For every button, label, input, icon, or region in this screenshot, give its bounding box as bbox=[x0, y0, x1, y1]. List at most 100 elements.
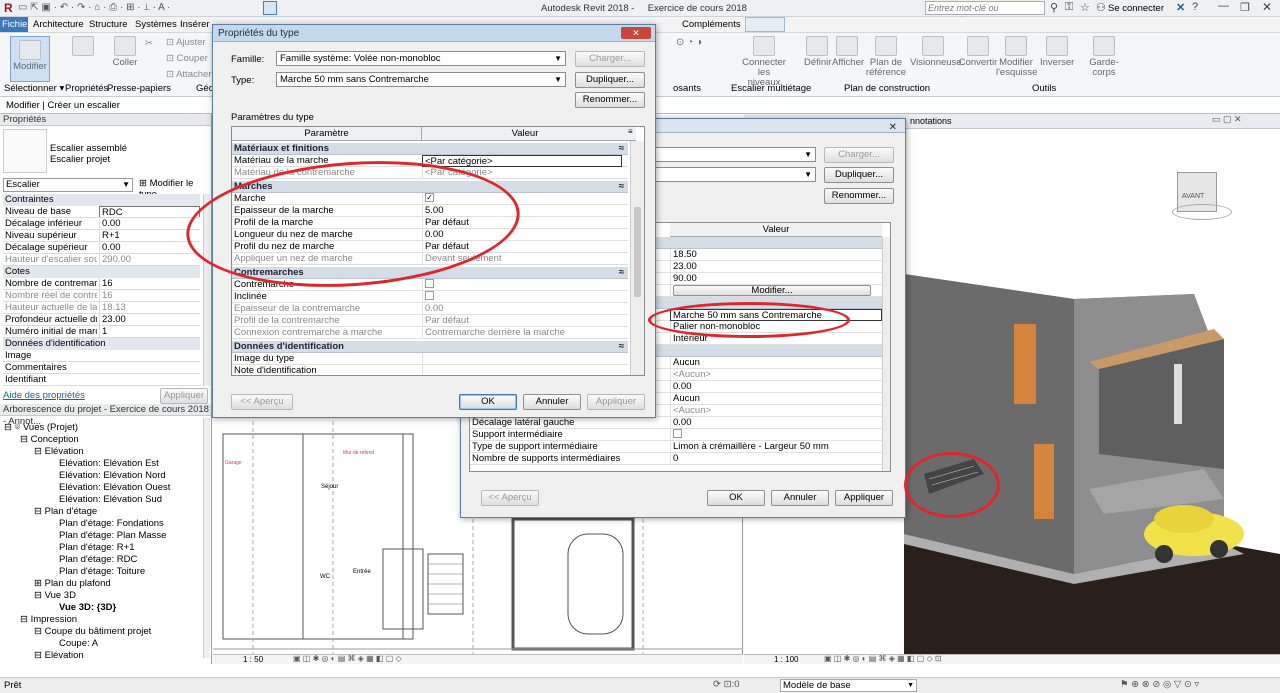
rename-button[interactable]: Renommer... bbox=[575, 92, 645, 108]
search-input[interactable]: Entrez mot-clé ou expression bbox=[925, 1, 1045, 25]
display-button[interactable]: Afficher bbox=[832, 36, 864, 68]
prop-row[interactable]: Décalage supérieur 0.00 bbox=[3, 242, 200, 254]
tree-item[interactable]: Coupe: A bbox=[59, 638, 98, 650]
quick-access-toolbar[interactable]: ▭ ⇱ ▣ · ↶ · ↷ · ⌂ · ⎙ · ⊞ · ⟂ · A · bbox=[18, 2, 170, 13]
define-button[interactable]: Définir bbox=[804, 36, 831, 68]
grid-scrollbar[interactable] bbox=[882, 237, 890, 471]
slanted-checkbox[interactable] bbox=[425, 291, 434, 300]
tree-item[interactable]: ⊟ Elévation bbox=[34, 650, 84, 662]
tree-item[interactable]: Elévation: Elévation Nord bbox=[59, 470, 166, 482]
tree-item[interactable]: ⊟ Elévation bbox=[34, 446, 84, 458]
prop-row[interactable]: Profondeur actuelle du ...23.00 bbox=[3, 314, 200, 326]
load-button[interactable]: Charger... bbox=[575, 51, 645, 67]
tab-addins[interactable]: Compléments bbox=[682, 19, 741, 30]
reference-plane-button[interactable]: Plan de référence bbox=[864, 36, 908, 78]
tree-item[interactable]: Plan d'étage: R+1 bbox=[59, 542, 135, 554]
prop-row[interactable]: Nombre de contremarc...16 bbox=[3, 278, 200, 290]
signin-link[interactable]: Se connecter bbox=[1108, 3, 1164, 14]
tree-item[interactable]: ⊟ Vue 3D bbox=[34, 590, 76, 602]
cut-label-tool[interactable]: ✂ bbox=[145, 38, 153, 49]
ok-button[interactable]: OK bbox=[707, 490, 765, 506]
selection-filter-icons[interactable]: ⚑ ⊕ ⊗ ⊘ ◎ ▽ ⊙ ▿ bbox=[1120, 679, 1199, 690]
tree-item[interactable]: ⊞ Plan du plafond bbox=[34, 578, 111, 590]
ok-button[interactable]: OK bbox=[459, 394, 517, 410]
grid-row[interactable]: Support intermédiaire bbox=[470, 429, 882, 441]
paste-button[interactable]: Coller bbox=[112, 36, 138, 68]
connect-levels-button[interactable]: Connecter les niveaux bbox=[742, 36, 786, 88]
duplicate-button[interactable]: Dupliquer... bbox=[575, 72, 645, 88]
user-icon[interactable]: ⚇ bbox=[1096, 1, 1106, 14]
prop-row[interactable]: Niveau de base RDC bbox=[3, 206, 200, 218]
view-control-icons[interactable]: ▣ ◫ ✱ ◎ ◐ ▤ ⌘ ◈ ▦ ◧ ▢ ◇ ⊡ bbox=[824, 654, 942, 663]
close-icon[interactable]: ✕ bbox=[621, 27, 651, 39]
search-icon[interactable]: ⚲ bbox=[1050, 1, 1058, 14]
tree-item[interactable]: Elévation: Elévation Est bbox=[59, 458, 159, 470]
exchange-apps-icon[interactable]: ✕ bbox=[1176, 1, 1185, 14]
attach-button[interactable]: ⊡ Attacher bbox=[166, 69, 211, 80]
plan-scale[interactable]: 1 : 50 bbox=[243, 655, 263, 664]
star-icon[interactable]: ☆ bbox=[1080, 1, 1090, 14]
revit-logo-icon[interactable]: R bbox=[4, 1, 13, 15]
family-dropdown[interactable]: Famille système: Volée non-monobloc ▼ bbox=[276, 51, 566, 66]
grid-row[interactable]: Nombre de supports intermédiaires 0 bbox=[470, 453, 882, 465]
tree-item[interactable]: Plan d'étage: Fondations bbox=[59, 518, 164, 530]
invert-button[interactable]: Inverser bbox=[1040, 36, 1074, 68]
component-tools-icons[interactable]: ⊙ ◔ ◑ bbox=[676, 37, 702, 48]
grid-row[interactable]: Inclinée bbox=[232, 291, 628, 303]
prop-row[interactable]: Décalage inférieur 0.00 bbox=[3, 218, 200, 230]
cancel-button[interactable]: Annuler bbox=[771, 490, 829, 506]
help-icon[interactable]: ? bbox=[1192, 1, 1198, 13]
prop-row[interactable]: Identifiant bbox=[3, 374, 200, 386]
grid-section-identity[interactable]: Données d'identification ≈ bbox=[232, 341, 628, 353]
grid-row[interactable]: Décalage latéral gauche 0.00 bbox=[470, 417, 882, 429]
section-dimensions[interactable]: Cotes bbox=[3, 266, 200, 278]
apply-button[interactable]: Appliquer bbox=[587, 394, 645, 410]
grid-row[interactable]: Type de support intermédiaire Limon à cré… bbox=[470, 441, 882, 453]
checkbox[interactable] bbox=[673, 429, 682, 438]
browser-scrollbar[interactable] bbox=[203, 418, 210, 658]
viewer-button[interactable]: Visionneuse bbox=[910, 36, 962, 68]
close-icon[interactable]: ✕ bbox=[889, 119, 897, 136]
properties-button[interactable] bbox=[68, 36, 98, 58]
preview-button[interactable]: << Aperçu bbox=[481, 490, 539, 506]
viewcube-compass[interactable] bbox=[1172, 204, 1232, 220]
tree-item[interactable]: ⊟ Plan d'étage bbox=[34, 506, 97, 518]
tree-item[interactable]: Elévation: Elévation Sud bbox=[59, 494, 162, 506]
tree-item[interactable]: Plan d'étage: Plan Masse bbox=[59, 530, 166, 542]
load-button[interactable]: Charger... bbox=[824, 147, 894, 163]
cancel-button[interactable]: Annuler bbox=[523, 394, 581, 410]
railing-button[interactable]: Garde-corps bbox=[1080, 36, 1128, 78]
tab-contextual[interactable] bbox=[745, 17, 785, 32]
properties-help-link[interactable]: Aide des propriétés bbox=[3, 390, 85, 401]
tree-item[interactable]: Plan d'étage: Toiture bbox=[59, 566, 145, 578]
subscription-icon[interactable]: ⚿ bbox=[1065, 1, 1073, 14]
apply-button[interactable]: Appliquer bbox=[835, 490, 893, 506]
tree-item[interactable]: ⊟ Coupe du bâtiment projet bbox=[34, 626, 151, 638]
riser-checkbox[interactable] bbox=[425, 279, 434, 288]
modify-button[interactable]: Modifier bbox=[10, 36, 50, 82]
grid-row[interactable]: Epaisseur de la contremarche 0.00 bbox=[232, 303, 628, 315]
edit-sketch-button[interactable]: Modifier l'esquisse bbox=[996, 36, 1037, 78]
type-selector[interactable]: Escalier ▼ bbox=[3, 178, 133, 192]
tree-item[interactable]: Elévation: Elévation Ouest bbox=[59, 482, 170, 494]
grid-row[interactable]: Image du type bbox=[232, 353, 628, 365]
rename-button[interactable]: Renommer... bbox=[824, 188, 894, 204]
tab-structure[interactable]: Structure bbox=[89, 19, 128, 30]
tab-insert[interactable]: Insérer bbox=[180, 19, 210, 30]
modify-button[interactable]: Modifier... bbox=[673, 285, 871, 296]
preview-button[interactable]: << Aperçu bbox=[231, 394, 293, 410]
prop-row[interactable]: Niveau supérieur R+1 bbox=[3, 230, 200, 242]
section-identity[interactable]: Données d'identification bbox=[3, 338, 200, 350]
minimize-icon[interactable]: — bbox=[1218, 0, 1229, 12]
switch-windows-icon[interactable] bbox=[263, 1, 277, 15]
prop-row[interactable]: Numéro initial de marc...1 bbox=[3, 326, 200, 338]
workset-dropdown[interactable]: Modèle de base ▼ bbox=[780, 679, 917, 692]
status-icons[interactable]: ⟳ ⊡:0 bbox=[713, 679, 740, 690]
prop-row[interactable]: Image bbox=[3, 350, 200, 362]
select-dropdown[interactable]: Sélectionner ▾ bbox=[4, 83, 64, 94]
tree-item[interactable]: ⊟ Conception bbox=[20, 434, 79, 446]
3d-scale[interactable]: 1 : 100 bbox=[774, 655, 798, 664]
grid-scrollbar[interactable] bbox=[630, 141, 644, 375]
grid-row[interactable]: Profil de la contremarche Par défaut bbox=[232, 315, 628, 327]
adjust-button[interactable]: ⊡ Ajuster bbox=[166, 37, 206, 48]
